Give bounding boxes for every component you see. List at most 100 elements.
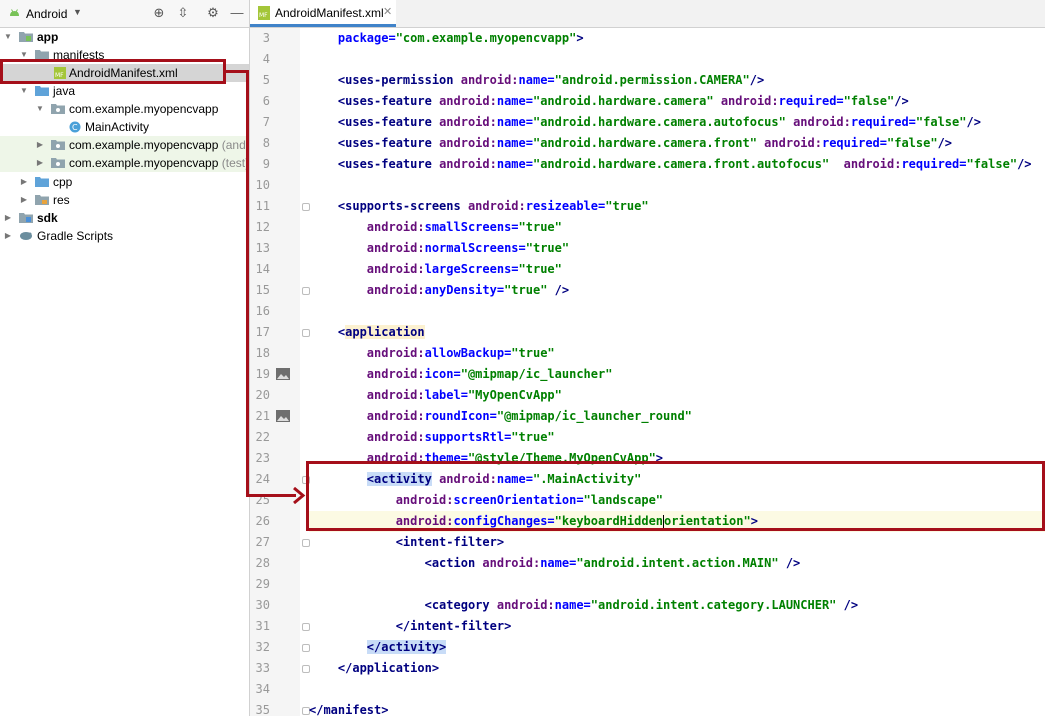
svg-text:C: C bbox=[72, 123, 78, 132]
line-number: 23 bbox=[255, 451, 270, 465]
image-preview-icon[interactable] bbox=[276, 368, 290, 380]
code-token: android: bbox=[366, 346, 425, 360]
annotation-connector bbox=[246, 494, 296, 497]
code-token: android: bbox=[496, 598, 555, 612]
code-token: android: bbox=[366, 241, 425, 255]
code-token: android: bbox=[439, 94, 497, 108]
gear-icon[interactable]: ⚙ bbox=[205, 5, 221, 21]
code-line[interactable]: android:allowBackup="true" bbox=[309, 343, 555, 364]
code-line[interactable]: android:largeScreens="true" bbox=[309, 259, 562, 280]
code-token: "true" bbox=[605, 199, 649, 213]
code-line[interactable]: <uses-feature android:name="android.hard… bbox=[309, 112, 981, 133]
chevron-right-icon[interactable]: ▶ bbox=[19, 173, 29, 191]
code-token: android: bbox=[467, 199, 526, 213]
tree-item-package-main[interactable]: ▼ com.example.myopencvapp bbox=[0, 100, 249, 118]
code-line[interactable]: <action android:name="android.intent.act… bbox=[309, 553, 801, 574]
code-line[interactable]: android:roundIcon="@mipmap/ic_launcher_r… bbox=[309, 406, 692, 427]
project-panel: Android ▼ ⊕ ⇳ ⚙ — ▼ app ▼ manifests MF A… bbox=[0, 0, 250, 716]
code-line[interactable]: <category android:name="android.intent.c… bbox=[309, 595, 859, 616]
code-token: android: bbox=[366, 220, 425, 234]
chevron-right-icon[interactable]: ▶ bbox=[3, 227, 13, 245]
code-token: supportsRtl= bbox=[424, 430, 512, 444]
tree-item-mainactivity[interactable]: C MainActivity bbox=[0, 118, 249, 136]
code-token: android: bbox=[482, 556, 541, 570]
line-number: 3 bbox=[262, 31, 270, 45]
tree-item-res[interactable]: ▶ res bbox=[0, 191, 249, 209]
line-number: 12 bbox=[255, 220, 270, 234]
locate-icon[interactable]: ⊕ bbox=[151, 5, 167, 21]
collapse-all-icon[interactable]: ⇳ bbox=[175, 5, 191, 21]
code-line[interactable]: </manifest> bbox=[309, 700, 388, 721]
close-icon[interactable]: ✕ bbox=[383, 5, 392, 18]
line-number: 33 bbox=[255, 661, 270, 675]
chevron-down-icon[interactable]: ▼ bbox=[3, 28, 13, 46]
code-token: "android.intent.action.MAIN" bbox=[576, 556, 786, 570]
package-icon bbox=[51, 158, 65, 168]
code-token: name= bbox=[554, 598, 591, 612]
tree-item-sdk[interactable]: ▶ sdk bbox=[0, 209, 249, 227]
code-token: <uses-feature bbox=[337, 157, 440, 171]
tree-item-cpp[interactable]: ▶ cpp bbox=[0, 173, 249, 191]
line-number: 20 bbox=[255, 388, 270, 402]
code-line[interactable]: <supports-screens android:resizeable="tr… bbox=[309, 196, 649, 217]
code-token: <uses-feature bbox=[337, 94, 440, 108]
chevron-down-icon[interactable]: ▼ bbox=[73, 7, 82, 17]
code-token: /> bbox=[894, 94, 909, 108]
tree-item-app[interactable]: ▼ app bbox=[0, 28, 249, 46]
line-number: 34 bbox=[255, 682, 270, 696]
tree-item-suffix: (test) bbox=[221, 156, 250, 170]
code-line[interactable]: android:normalScreens="true" bbox=[309, 238, 569, 259]
code-line[interactable]: <uses-feature android:name="android.hard… bbox=[309, 133, 952, 154]
code-line[interactable]: </activity> bbox=[309, 637, 447, 658]
tree-item-package-test[interactable]: ▶ com.example.myopencvapp (test) bbox=[0, 154, 249, 172]
line-number: 26 bbox=[255, 514, 270, 528]
code-line[interactable]: <application bbox=[309, 322, 425, 343]
project-view-selector[interactable]: Android bbox=[26, 7, 67, 21]
code-token: "com.example.myopencvapp" bbox=[395, 31, 577, 45]
code-line[interactable]: <uses-feature android:name="android.hard… bbox=[309, 154, 1032, 175]
svg-text:MF: MF bbox=[259, 12, 268, 19]
arrow-head-icon bbox=[293, 487, 306, 504]
tree-item-gradle-scripts[interactable]: ▶ Gradle Scripts bbox=[0, 227, 249, 245]
chevron-down-icon[interactable]: ▼ bbox=[35, 100, 45, 118]
code-line[interactable]: </application> bbox=[309, 658, 439, 679]
code-line[interactable]: <intent-filter> bbox=[309, 532, 504, 553]
line-number: 31 bbox=[255, 619, 270, 633]
tree-item-label: com.example.myopencvapp bbox=[69, 156, 219, 170]
code-token: "android.hardware.camera.front" bbox=[532, 136, 765, 150]
chevron-right-icon[interactable]: ▶ bbox=[35, 154, 45, 172]
hide-panel-icon[interactable]: — bbox=[229, 5, 245, 21]
chevron-right-icon[interactable]: ▶ bbox=[3, 209, 13, 227]
code-line[interactable]: package="com.example.myopencvapp"> bbox=[309, 28, 584, 49]
chevron-right-icon[interactable]: ▶ bbox=[19, 191, 29, 209]
line-number: 35 bbox=[255, 703, 270, 717]
chevron-right-icon[interactable]: ▶ bbox=[35, 136, 45, 154]
image-preview-icon[interactable] bbox=[276, 410, 290, 422]
line-number: 24 bbox=[255, 472, 270, 486]
tree-item-package-androidtest[interactable]: ▶ com.example.myopencvapp (androidTest) bbox=[0, 136, 249, 154]
code-token: "MyOpenCvApp" bbox=[467, 388, 562, 402]
code-line[interactable]: android:label="MyOpenCvApp" bbox=[309, 385, 562, 406]
code-line[interactable]: <uses-feature android:name="android.hard… bbox=[309, 91, 909, 112]
code-line[interactable]: android:supportsRtl="true" bbox=[309, 427, 555, 448]
code-token: "android.hardware.camera" bbox=[532, 94, 721, 108]
code-line[interactable]: android:icon="@mipmap/ic_launcher" bbox=[309, 364, 613, 385]
code-line[interactable]: </intent-filter> bbox=[309, 616, 512, 637]
code-token: required= bbox=[901, 157, 967, 171]
code-token: "android.hardware.camera.autofocus" bbox=[532, 115, 794, 129]
code-token: required= bbox=[778, 94, 844, 108]
code-line[interactable]: android:smallScreens="true" bbox=[309, 217, 562, 238]
code-line[interactable]: android:anyDensity="true" /> bbox=[309, 280, 569, 301]
chevron-down-icon[interactable]: ▼ bbox=[19, 82, 29, 100]
tab-androidmanifest[interactable]: MF AndroidManifest.xml ✕ bbox=[250, 0, 396, 27]
line-number: 18 bbox=[255, 346, 270, 360]
code-token: android: bbox=[460, 73, 519, 87]
code-token: android: bbox=[366, 409, 425, 423]
tree-item-java[interactable]: ▼ java bbox=[0, 82, 249, 100]
code-line[interactable]: <uses-permission android:name="android.p… bbox=[309, 70, 764, 91]
